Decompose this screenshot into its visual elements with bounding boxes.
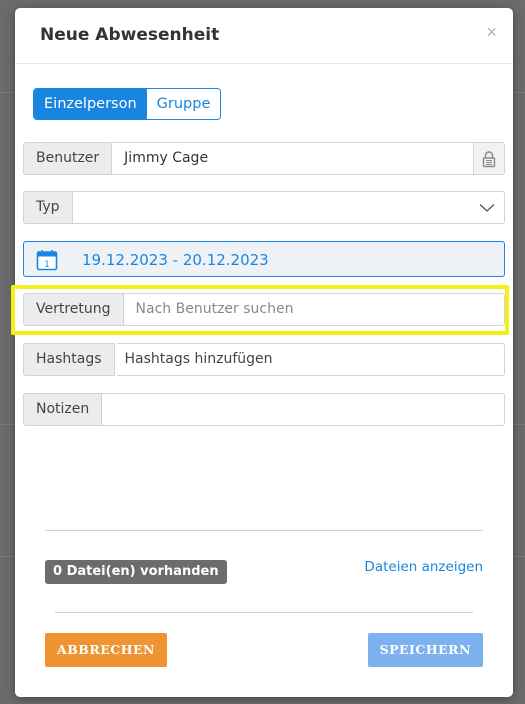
save-button[interactable]: SPEICHERN: [367, 633, 483, 667]
date-range-field[interactable]: 1 19.12.2023 - 20.12.2023: [23, 241, 505, 277]
close-icon[interactable]: ×: [486, 22, 497, 42]
show-files-link[interactable]: Dateien anzeigen: [364, 559, 483, 575]
typ-label: Typ: [24, 192, 73, 223]
typ-select[interactable]: Typ: [23, 191, 505, 224]
divider: [55, 612, 473, 613]
hashtags-input[interactable]: Hashtags hinzufügen: [116, 343, 505, 376]
divider: [45, 530, 483, 531]
vertretung-search-input[interactable]: Nach Benutzer suchen: [124, 294, 504, 325]
dialog-title: Neue Abwesenheit: [40, 25, 220, 45]
benutzer-label: Benutzer: [24, 143, 113, 174]
chevron-down-icon[interactable]: [470, 192, 504, 223]
calendar-icon: 1: [36, 249, 58, 276]
svg-text:1: 1: [44, 260, 49, 270]
date-range-value: 19.12.2023 - 20.12.2023: [82, 251, 269, 269]
vertretung-field: Vertretung Nach Benutzer suchen: [23, 293, 505, 326]
benutzer-value: Jimmy Cage: [124, 150, 209, 166]
toggle-gruppe[interactable]: Gruppe: [146, 89, 221, 119]
typ-value: [73, 192, 470, 223]
hashtags-field: Hashtags Hashtags hinzufügen: [23, 343, 505, 376]
notizen-label: Notizen: [24, 394, 103, 425]
cancel-button[interactable]: ABBRECHEN: [45, 633, 167, 667]
notizen-input[interactable]: [102, 394, 504, 425]
files-count-badge: 0 Datei(en) vorhanden: [45, 560, 227, 584]
vertretung-label: Vertretung: [24, 294, 124, 325]
benutzer-field: Benutzer Jimmy Cage: [23, 142, 505, 175]
hashtags-label: Hashtags: [23, 343, 115, 376]
person-group-toggle: Einzelperson Gruppe: [33, 88, 222, 120]
toggle-einzelperson[interactable]: Einzelperson: [34, 89, 147, 119]
notizen-field: Notizen: [23, 393, 505, 426]
dialog-header: Neue Abwesenheit ×: [15, 8, 513, 64]
absence-dialog: Neue Abwesenheit × Einzelperson Gruppe B…: [11, 8, 513, 697]
lock-icon: [473, 143, 504, 174]
